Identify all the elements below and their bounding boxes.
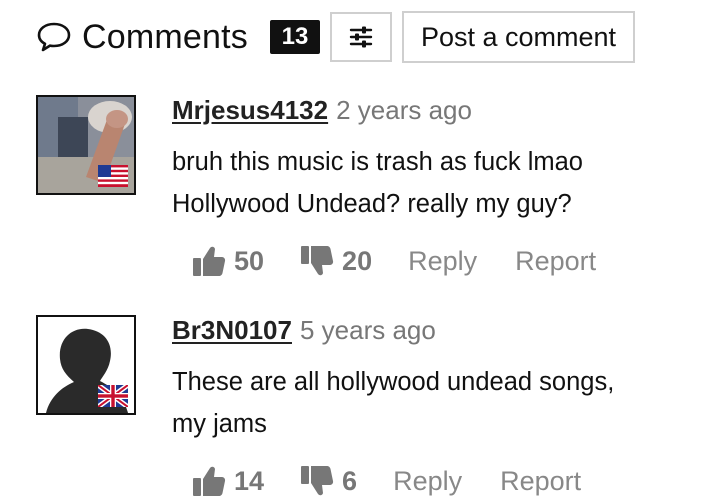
speech-bubble-icon	[37, 22, 71, 52]
thumbs-up-icon	[193, 246, 226, 276]
post-comment-button[interactable]: Post a comment	[401, 11, 636, 63]
us-flag-icon	[98, 165, 128, 187]
comments-header: Comments 13 Post a comment	[36, 10, 636, 64]
reply-link[interactable]: Reply	[408, 246, 477, 277]
like-button[interactable]: 50	[192, 245, 264, 277]
like-count: 50	[234, 245, 265, 276]
thumbs-down-icon	[301, 466, 334, 496]
comment-text-line: Hollywood Undead? really my guy?	[172, 190, 572, 218]
like-count: 14	[234, 465, 265, 496]
comment-text-line: bruh this music is trash as fuck lmao	[172, 148, 583, 176]
comments-page: Comments 13 Post a comment Mrjesus4132 2…	[0, 0, 720, 504]
thumbs-up-icon	[193, 466, 226, 496]
dislike-button[interactable]: 20	[300, 245, 372, 277]
like-button[interactable]: 14	[192, 465, 264, 497]
comment-count-badge: 13	[269, 20, 320, 54]
comments-title: Comments	[82, 17, 248, 56]
dislike-button[interactable]: 6	[300, 465, 357, 497]
comment-text-line: my jams	[172, 410, 267, 438]
avatar[interactable]	[36, 315, 136, 415]
comment-text: bruh this music is trash as fuck lmao Ho…	[172, 141, 712, 225]
dislike-count: 6	[342, 465, 358, 496]
comment-text: These are all hollywood undead songs, my…	[172, 361, 712, 445]
thumbs-down-icon	[301, 246, 334, 276]
filter-button[interactable]	[329, 12, 392, 62]
comment-body: Br3N0107 5 years ago These are all holly…	[172, 315, 712, 501]
comment-actions: 14 6 Reply Report	[192, 461, 712, 501]
comment-timestamp: 2 years ago	[336, 95, 472, 125]
username-link[interactable]: Mrjesus4132	[172, 95, 328, 126]
dislike-count: 20	[342, 245, 373, 276]
report-link[interactable]: Report	[515, 246, 596, 277]
reply-link[interactable]: Reply	[393, 466, 462, 497]
comment-text-line: These are all hollywood undead songs,	[172, 368, 615, 396]
comment-meta: Mrjesus4132 2 years ago	[172, 95, 712, 125]
comment-meta: Br3N0107 5 years ago	[172, 315, 712, 345]
comment-body: Mrjesus4132 2 years ago bruh this music …	[172, 95, 712, 281]
sliders-icon	[349, 26, 373, 48]
avatar[interactable]	[36, 95, 136, 195]
report-link[interactable]: Report	[500, 466, 581, 497]
uk-flag-icon	[98, 385, 128, 407]
comment-actions: 50 20 Reply Report	[192, 241, 712, 281]
comment-timestamp: 5 years ago	[299, 315, 436, 345]
username-link[interactable]: Br3N0107	[172, 315, 292, 346]
